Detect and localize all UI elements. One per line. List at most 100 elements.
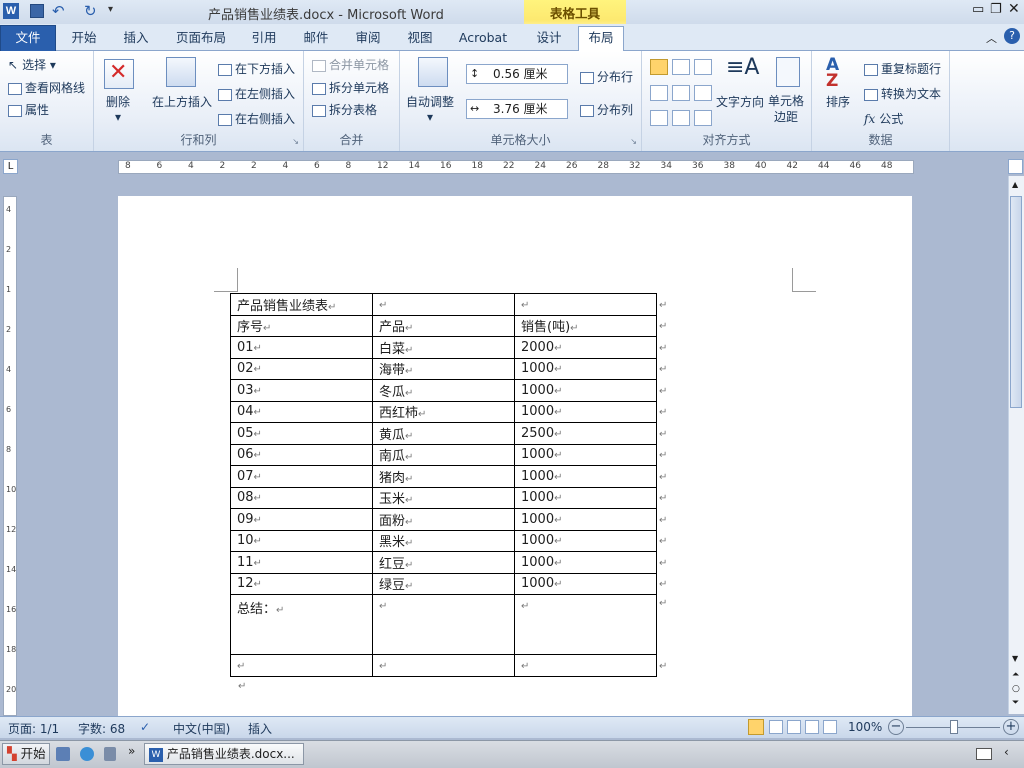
print-layout-view-icon[interactable] [748,719,764,735]
align-bottom-center-icon[interactable] [672,110,690,126]
horizontal-ruler[interactable]: 8 6 4 2 2 4 6 8 12 14 16 18 22 24 26 28 32 34 36 38 40 42 44 46… [118,160,914,174]
keyboard-tray-icon[interactable] [976,748,992,760]
table-cell[interactable]: 06↵ [230,443,373,466]
table-cell[interactable]: 白菜↵ [372,336,515,359]
next-page-icon[interactable]: ⏷ [1012,698,1019,708]
language[interactable]: 中文(中国) [173,720,230,737]
table-cell[interactable]: 2000↵ [514,336,657,359]
insert-mode[interactable]: 插入 [248,720,272,737]
page-count[interactable]: 页面: 1/1 [8,720,59,737]
tab-page-layout[interactable]: 页面布局 [168,27,234,51]
properties-button[interactable]: 属性 [8,101,49,118]
select-button[interactable]: ↖ 选择 ▾ [8,56,56,73]
table-cell[interactable]: 1000↵ [514,465,657,488]
zoom-slider-thumb[interactable] [950,720,958,734]
formula-button[interactable]: fx 公式 [864,110,903,127]
table-cell[interactable]: 红豆↵ [372,551,515,574]
table-cell[interactable]: 黄瓜↵ [372,422,515,445]
table-cell[interactable]: 猪肉↵ [372,465,515,488]
tab-mailings[interactable]: 邮件 [294,27,338,51]
zoom-out-icon[interactable]: − [888,719,904,735]
table-cell[interactable]: 1000↵ [514,508,657,531]
tab-home[interactable]: 开始 [62,27,106,51]
align-top-center-icon[interactable] [672,59,690,75]
taskbar-word-window[interactable]: W 产品销售业绩表.docx... [144,743,304,765]
tab-acrobat[interactable]: Acrobat [452,27,514,51]
table-cell[interactable]: 1000↵ [514,379,657,402]
tray-expand-icon[interactable]: ‹ [1004,745,1009,759]
proofing-icon[interactable]: ✓ [140,720,150,734]
table-cell[interactable]: 冬瓜↵ [372,379,515,402]
tab-insert[interactable]: 插入 [114,27,158,51]
table-cell[interactable]: 05↵ [230,422,373,445]
table-cell[interactable]: 产品销售业绩表↵ [230,293,373,316]
autofit-icon[interactable] [418,57,448,87]
sort-icon[interactable]: AZ [826,57,839,90]
vertical-ruler[interactable]: 4 2 1 2 4 6 8 10 12 14 16 18 20 [3,196,17,716]
table-cell[interactable]: ↵ [230,654,373,677]
tab-references[interactable]: 引用 [242,27,286,51]
row-height-input[interactable]: 0.56 厘米 [466,64,568,84]
table-cell[interactable]: 1000↵ [514,357,657,380]
text-direction-icon[interactable]: ≡A [726,57,759,79]
scroll-up-icon[interactable]: ▲ [1012,180,1018,189]
web-layout-view-icon[interactable] [787,720,801,734]
table-cell[interactable]: 07↵ [230,465,373,488]
table-cell[interactable]: 09↵ [230,508,373,531]
distribute-cols-button[interactable]: 分布列 [580,101,633,118]
table-cell[interactable]: 1000↵ [514,572,657,595]
table-cell[interactable]: 11↵ [230,551,373,574]
table-cell[interactable]: ↵ [372,654,515,677]
table-cell[interactable]: ↵ [514,594,657,655]
undo-icon[interactable]: ↶ [52,2,65,20]
full-screen-view-icon[interactable] [769,720,783,734]
table-cell[interactable]: 序号↵ [230,314,373,337]
scroll-down-icon[interactable]: ▼ [1012,654,1018,663]
scroll-thumb[interactable] [1010,196,1022,408]
align-bottom-left-icon[interactable] [650,110,668,126]
text-direction-button[interactable]: 文字方向 [716,93,764,110]
tab-file[interactable]: 文件 [0,25,56,51]
distribute-rows-button[interactable]: 分布行 [580,68,633,85]
outline-view-icon[interactable] [805,720,819,734]
view-ruler-icon[interactable] [1008,159,1023,174]
align-top-left-icon[interactable] [650,59,668,75]
cell-margins-icon[interactable] [776,57,800,87]
table-cell[interactable]: 10↵ [230,529,373,552]
table-cell[interactable]: 1000↵ [514,551,657,574]
insert-below-button[interactable]: 在下方插入 [218,60,295,77]
align-middle-center-icon[interactable] [672,85,690,101]
align-middle-right-icon[interactable] [694,85,712,101]
view-gridlines-button[interactable]: 查看网格线 [8,79,85,96]
insert-above-button[interactable]: 在上方插入 [152,93,212,110]
table-cell[interactable]: 02↵ [230,357,373,380]
align-middle-left-icon[interactable] [650,85,668,101]
table-cell[interactable]: 面粉↵ [372,508,515,531]
quicklaunch-desktop-icon[interactable] [56,747,70,761]
autofit-button[interactable]: 自动调整 ▾ [406,93,454,124]
table-cell[interactable]: 玉米↵ [372,486,515,509]
table-cell[interactable]: 1000↵ [514,529,657,552]
draft-view-icon[interactable] [823,720,837,734]
tab-layout[interactable]: 布局 [578,26,624,52]
delete-table-icon[interactable]: ✕ [104,59,134,89]
sort-button[interactable]: 排序 [826,93,850,110]
help-icon[interactable]: ? [1004,28,1020,44]
sales-table[interactable]: 产品销售业绩表↵ ↵ ↵ ↵ 序号↵ 产品↵ 销售(吨)↵ ↵ 01↵ 白菜↵ 2000↵ ↵ 02↵ 海… [230,293,669,677]
prev-page-icon[interactable]: ⏶ [1012,670,1019,680]
minimize-button[interactable]: ▭ [972,2,984,17]
save-icon[interactable] [30,4,44,18]
convert-to-text-button[interactable]: 转换为文本 [864,85,941,102]
word-logo-icon[interactable]: W [3,3,19,19]
table-cell[interactable]: 04↵ [230,400,373,423]
tab-view[interactable]: 视图 [398,27,442,51]
redo-icon[interactable]: ↻ [84,2,97,20]
zoom-in-icon[interactable]: + [1003,719,1019,735]
table-cell[interactable]: ↵ [514,293,657,316]
table-cell[interactable]: 产品↵ [372,314,515,337]
table-cell[interactable]: 08↵ [230,486,373,509]
insert-left-button[interactable]: 在左侧插入 [218,85,295,102]
table-cell[interactable]: 海带↵ [372,357,515,380]
align-top-right-icon[interactable] [694,59,712,75]
table-cell[interactable]: 2500↵ [514,422,657,445]
